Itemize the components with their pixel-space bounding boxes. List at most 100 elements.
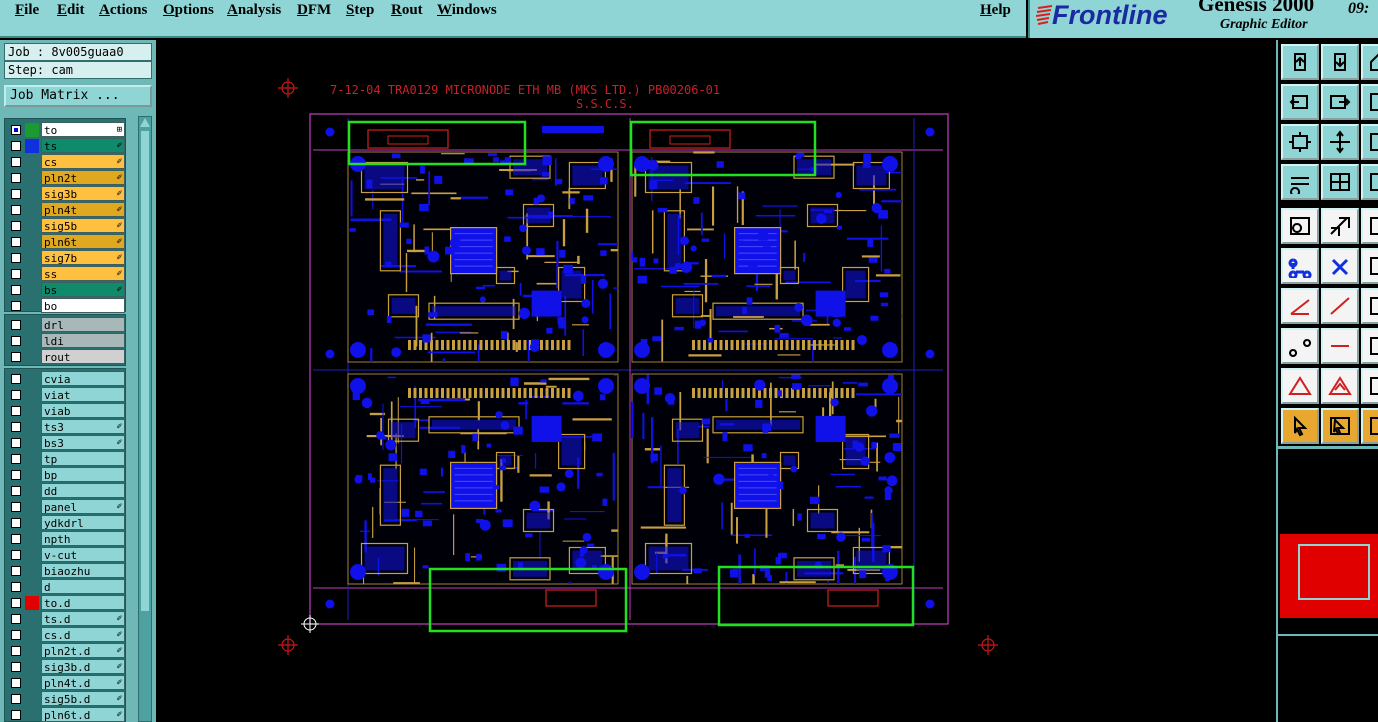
edit-shape-button[interactable] <box>1321 208 1359 244</box>
layer-name[interactable]: drl <box>41 317 125 332</box>
layer-checkbox[interactable] <box>11 566 21 576</box>
layer-row[interactable]: panel ✐ <box>5 499 126 515</box>
layer-row[interactable]: pln4t ✐ <box>5 202 126 218</box>
layer-name[interactable]: bs ✐ <box>41 282 125 297</box>
layer-checkbox[interactable] <box>11 205 21 215</box>
layer-checkbox[interactable] <box>11 582 21 592</box>
layer-name[interactable]: tp <box>41 451 125 466</box>
layer-name[interactable]: pln4t ✐ <box>41 202 125 217</box>
cross-button[interactable] <box>1321 248 1359 284</box>
layer-name[interactable]: ts.d ✐ <box>41 611 125 626</box>
layer-name[interactable]: d <box>41 579 125 594</box>
layer-checkbox[interactable] <box>11 285 21 295</box>
layer-row[interactable]: sig5b.d ✐ <box>5 691 126 707</box>
more-button[interactable] <box>1361 164 1378 200</box>
layer-checkbox[interactable] <box>11 630 21 640</box>
layer-row[interactable]: pln2t ✐ <box>5 170 126 186</box>
layer-checkbox[interactable] <box>11 336 21 346</box>
layer-name[interactable]: viab <box>41 403 125 418</box>
layer-name[interactable]: bo <box>41 298 125 313</box>
zoom-in-button[interactable] <box>1281 44 1319 80</box>
line-button[interactable] <box>1281 288 1319 324</box>
layer-row[interactable]: to ⊞ <box>5 122 126 138</box>
overview-preview[interactable] <box>1280 534 1378 618</box>
menu-dfm[interactable]: DFM <box>297 2 331 19</box>
menu-actions[interactable]: Actions <box>99 2 147 19</box>
triangle-button[interactable] <box>1281 368 1319 404</box>
layer-row[interactable]: sig7b ✐ <box>5 250 126 266</box>
layer-name[interactable]: ts3 ✐ <box>41 419 125 434</box>
layer-checkbox[interactable] <box>11 269 21 279</box>
layer-name[interactable]: pln2t ✐ <box>41 170 125 185</box>
layer-checkbox[interactable] <box>11 253 21 263</box>
layer-row[interactable]: ldi <box>5 333 126 349</box>
pan-right-button[interactable] <box>1321 84 1359 120</box>
cursor-box-button[interactable] <box>1321 408 1359 444</box>
layer-row[interactable]: cvia <box>5 371 126 387</box>
cursor-button[interactable] <box>1281 408 1319 444</box>
layer-row[interactable]: cs.d ✐ <box>5 627 126 643</box>
menu-help[interactable]: Help <box>980 2 1011 19</box>
layer-name[interactable]: sig5b.d ✐ <box>41 691 125 706</box>
layer-name[interactable]: ts ✐ <box>41 138 125 153</box>
menu-edit[interactable]: Edit <box>57 2 85 19</box>
layer-row[interactable]: sig3b.d ✐ <box>5 659 126 675</box>
more-button[interactable] <box>1361 124 1378 160</box>
layer-checkbox[interactable] <box>11 173 21 183</box>
layer-name[interactable]: rout <box>41 349 125 364</box>
layer-row[interactable]: ydkdrl <box>5 515 126 531</box>
layer-name[interactable]: cs.d ✐ <box>41 627 125 642</box>
points-button[interactable] <box>1281 328 1319 364</box>
layer-row[interactable]: d <box>5 579 126 595</box>
layer-name[interactable]: sig5b ✐ <box>41 218 125 233</box>
view-window-box[interactable] <box>1298 544 1370 600</box>
menu-rout[interactable]: Rout <box>391 2 423 19</box>
layer-checkbox[interactable] <box>11 141 21 151</box>
layer-name[interactable]: npth <box>41 531 125 546</box>
graphic-canvas[interactable]: 7-12-04 TRA0129 MICRONODE ETH MB (MKS LT… <box>158 40 1276 722</box>
layer-checkbox[interactable] <box>11 502 21 512</box>
net-button[interactable] <box>1281 248 1319 284</box>
layer-row[interactable]: bo <box>5 298 126 314</box>
draw-line-button[interactable] <box>1321 288 1359 324</box>
menu-options[interactable]: Options <box>163 2 214 19</box>
layer-checkbox[interactable] <box>11 438 21 448</box>
layer-checkbox[interactable] <box>11 486 21 496</box>
layer-row[interactable]: sig3b ✐ <box>5 186 126 202</box>
layer-name[interactable]: pln2t.d ✐ <box>41 643 125 658</box>
layer-name[interactable]: pln6t ✐ <box>41 234 125 249</box>
pan-left-button[interactable] <box>1281 84 1319 120</box>
job-matrix-button[interactable]: Job Matrix ... <box>4 85 152 107</box>
layer-scrollbar[interactable] <box>138 116 152 722</box>
layer-checkbox[interactable] <box>11 221 21 231</box>
more-button[interactable] <box>1361 408 1378 444</box>
layer-row[interactable]: pln6t.d ✐ <box>5 707 126 722</box>
scroll-up-icon[interactable] <box>140 118 150 127</box>
layer-row[interactable]: viat <box>5 387 126 403</box>
menu-file[interactable]: File <box>15 2 39 19</box>
layer-checkbox[interactable] <box>11 710 21 720</box>
layer-checkbox[interactable] <box>11 301 21 311</box>
menu-analysis[interactable]: Analysis <box>227 2 281 19</box>
layer-name[interactable]: ss ✐ <box>41 266 125 281</box>
layer-name[interactable]: viat <box>41 387 125 402</box>
layer-row[interactable]: pln6t ✐ <box>5 234 126 250</box>
layer-checkbox[interactable] <box>11 646 21 656</box>
layer-checkbox[interactable] <box>11 352 21 362</box>
more-button[interactable] <box>1361 208 1378 244</box>
layer-checkbox[interactable] <box>11 406 21 416</box>
layer-checkbox[interactable] <box>11 237 21 247</box>
layer-row[interactable]: to.d <box>5 595 126 611</box>
layer-row[interactable]: bs3 ✐ <box>5 435 126 451</box>
layer-name[interactable]: sig3b.d ✐ <box>41 659 125 674</box>
layer-checkbox[interactable] <box>11 662 21 672</box>
more-button[interactable] <box>1361 288 1378 324</box>
layer-row[interactable]: biaozhu <box>5 563 126 579</box>
layer-row[interactable]: pln2t.d ✐ <box>5 643 126 659</box>
layer-checkbox[interactable] <box>11 470 21 480</box>
layer-row[interactable]: ts.d ✐ <box>5 611 126 627</box>
layer-row[interactable]: pln4t.d ✐ <box>5 675 126 691</box>
layer-name[interactable]: sig7b ✐ <box>41 250 125 265</box>
layer-checkbox[interactable] <box>11 454 21 464</box>
layer-checkbox[interactable] <box>11 189 21 199</box>
